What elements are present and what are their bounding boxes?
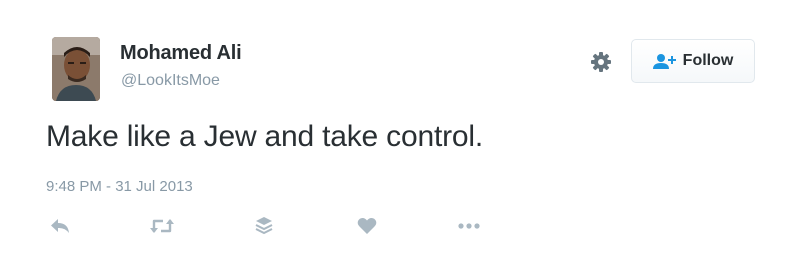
tweet-text: Make like a Jew and take control. bbox=[46, 120, 483, 153]
display-name[interactable]: Mohamed Ali bbox=[120, 42, 242, 65]
follow-label: Follow bbox=[682, 52, 734, 69]
screen-name[interactable]: @LookItsMoe bbox=[121, 72, 220, 90]
avatar-photo bbox=[52, 37, 100, 101]
heart-icon[interactable] bbox=[353, 212, 381, 240]
follow-button[interactable]: Follow bbox=[631, 39, 755, 83]
tweet-card: Mohamed Ali @LookItsMoe Follow Make like… bbox=[0, 0, 800, 271]
avatar[interactable] bbox=[52, 37, 100, 101]
reply-icon[interactable] bbox=[46, 212, 74, 240]
tweet-actions bbox=[0, 212, 800, 240]
timestamp[interactable]: 9:48 PM - 31 Jul 2013 bbox=[46, 178, 193, 195]
stack-icon[interactable] bbox=[250, 212, 278, 240]
gear-icon[interactable] bbox=[589, 50, 613, 74]
more-icon[interactable] bbox=[455, 212, 483, 240]
retweet-icon[interactable] bbox=[148, 212, 176, 240]
add-user-icon bbox=[652, 53, 677, 69]
